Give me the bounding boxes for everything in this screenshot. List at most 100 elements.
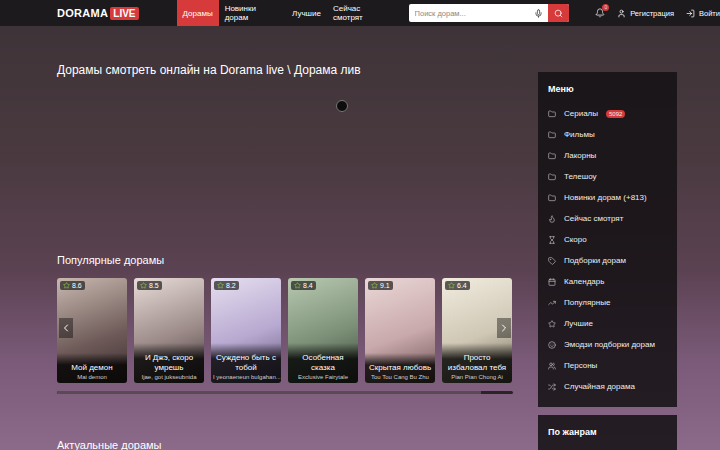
count-badge: 5092	[606, 110, 625, 118]
mic-icon[interactable]	[529, 9, 548, 18]
sidebar-item[interactable]: Новинки дорам (+813)	[548, 187, 667, 208]
carousel-scrollbar[interactable]	[57, 391, 513, 394]
card-title: Особенная сказка	[290, 353, 356, 373]
star-icon	[294, 282, 301, 289]
sidebar-item[interactable]: Популярные	[548, 292, 667, 313]
menu-icon	[548, 152, 556, 160]
sidebar-item[interactable]: Лакорны	[548, 145, 667, 166]
menu-icon	[548, 173, 556, 181]
card-original-title: Exclusive Fairytale	[290, 374, 356, 380]
sidebar-item[interactable]: Сериалы5092	[548, 103, 667, 124]
menu-icon	[548, 131, 556, 139]
sidebar-item[interactable]: Персоны	[548, 355, 667, 376]
menu-icon	[548, 236, 556, 244]
rating-badge: 8.2	[214, 281, 239, 290]
card-title: Мой демон	[59, 363, 125, 373]
genres-title: По жанрам	[548, 425, 667, 439]
sidebar: Меню Сериалы5092ФильмыЛакорныТелешоуНовин…	[538, 72, 677, 450]
drama-card[interactable]: 8.4 Особенная сказкаExclusive Fairytale	[288, 278, 358, 383]
card-original-title: Tou Tou Cang Bu Zhu	[367, 374, 433, 380]
user-icon	[617, 9, 626, 18]
loading-spinner	[336, 100, 348, 112]
card-caption: Скрытая любовьTou Tou Cang Bu Zhu	[365, 353, 435, 383]
card-title: Скрытая любовь	[367, 363, 433, 373]
search-button[interactable]	[548, 4, 569, 22]
star-icon	[217, 282, 224, 289]
prev-button[interactable]: ‹	[59, 318, 73, 338]
sidebar-item[interactable]: Эмодзи подборки дорам	[548, 334, 667, 355]
scrollbar-thumb[interactable]	[57, 391, 481, 394]
sidebar-item[interactable]: Фильмы	[548, 124, 667, 145]
login-link[interactable]: Войти	[686, 9, 720, 18]
login-icon	[686, 9, 695, 18]
nav-item[interactable]: Сейчас смотрят	[327, 0, 397, 26]
menu-icon	[548, 320, 556, 328]
drama-card[interactable]: 9.1 Скрытая любовьTou Tou Cang Bu Zhu	[365, 278, 435, 383]
sidebar-item[interactable]: Телешоу	[548, 166, 667, 187]
loading-area	[57, 78, 513, 253]
rating-badge: 8.6	[60, 281, 85, 290]
main: Дорамы смотреть онлайн на Dorama live \ …	[0, 26, 720, 450]
search-box	[409, 4, 570, 22]
carousel: 8.6 Мой демонMai demon 8.5 И Джэ, скоро умр…	[57, 278, 513, 394]
drama-card[interactable]: 8.2 Суждено быть с тобойI yeonaeneun bulg…	[211, 278, 281, 383]
chevron-left-icon	[60, 322, 72, 334]
section-title: Актуальные дорамы	[57, 438, 513, 450]
header: DORAMALIVE ДорамыНовинки дорамЛучшиеСейча…	[0, 0, 720, 26]
menu-panel: Меню Сериалы5092ФильмыЛакорныТелешоуНовин…	[538, 72, 677, 407]
card-original-title: Mai demon	[59, 374, 125, 380]
card-caption: Мой демонMai demon	[57, 353, 127, 383]
nav-item[interactable]: Лучшие	[286, 0, 327, 26]
rating-badge: 6.4	[445, 281, 470, 290]
menu-title: Меню	[548, 82, 667, 96]
next-button[interactable]: ›	[497, 318, 511, 338]
star-icon	[140, 282, 147, 289]
menu-icon	[548, 215, 556, 223]
rating-badge: 8.5	[137, 281, 162, 290]
logo-text: DORAMA	[57, 7, 108, 19]
drama-card[interactable]: 8.5 И Джэ, скоро умрешьIjae, got jukseubn…	[134, 278, 204, 383]
header-right: 0 Регистрация Войти	[595, 8, 720, 18]
sidebar-item[interactable]: Случайная дорама	[548, 376, 667, 397]
sidebar-item[interactable]: Лучшие	[548, 313, 667, 334]
card-original-title: Ijae, got jukseubnida	[136, 374, 202, 380]
chevron-right-icon	[498, 322, 510, 334]
logo[interactable]: DORAMALIVE	[57, 7, 139, 20]
menu-icon	[548, 341, 556, 349]
menu-icon	[548, 110, 556, 118]
menu-icon	[548, 362, 556, 370]
rating-badge: 8.4	[291, 281, 316, 290]
sidebar-item[interactable]: Календарь	[548, 271, 667, 292]
page: DORAMALIVEДорамыНовинки дорамЛучшиеСейча…	[0, 0, 720, 450]
search-icon	[554, 9, 563, 18]
nav: ДорамыНовинки дорамЛучшиеСейчас смотрят	[177, 0, 397, 26]
card-caption: И Джэ, скоро умрешьIjae, got jukseubnida	[134, 343, 204, 383]
menu-icon	[548, 383, 556, 391]
star-icon	[371, 282, 378, 289]
card-title: Просто избаловал тебя	[444, 353, 510, 373]
sidebar-item[interactable]: Сейчас смотрят	[548, 208, 667, 229]
card-original-title: I yeonaeneun bulgahan...	[213, 374, 279, 380]
menu-icon	[548, 278, 556, 286]
page-title: Дорамы смотреть онлайн на Dorama live \ …	[57, 62, 513, 78]
bell-icon[interactable]: 0	[595, 8, 605, 18]
rating-badge: 9.1	[368, 281, 393, 290]
search-input[interactable]	[409, 9, 530, 18]
genres-panel: По жанрам	[538, 415, 677, 450]
star-icon	[63, 282, 70, 289]
sidebar-item[interactable]: Скоро	[548, 229, 667, 250]
menu-icon	[548, 194, 556, 202]
notification-badge: 0	[602, 4, 609, 11]
nav-item[interactable]: Дорамы	[177, 0, 219, 26]
nav-item[interactable]: Новинки дорам	[219, 0, 286, 26]
card-row: 8.6 Мой демонMai demon 8.5 И Джэ, скоро умр…	[57, 278, 513, 383]
star-icon	[448, 282, 455, 289]
section-title: Популярные дорамы	[57, 253, 513, 267]
card-caption: Суждено быть с тобойI yeonaeneun bulgaha…	[211, 343, 281, 383]
card-caption: Особенная сказкаExclusive Fairytale	[288, 343, 358, 383]
menu-icon	[548, 257, 556, 265]
register-link[interactable]: Регистрация	[617, 9, 674, 18]
card-title: Суждено быть с тобой	[213, 353, 279, 373]
sidebar-item[interactable]: Подборки дорам	[548, 250, 667, 271]
card-title: И Джэ, скоро умрешь	[136, 353, 202, 373]
